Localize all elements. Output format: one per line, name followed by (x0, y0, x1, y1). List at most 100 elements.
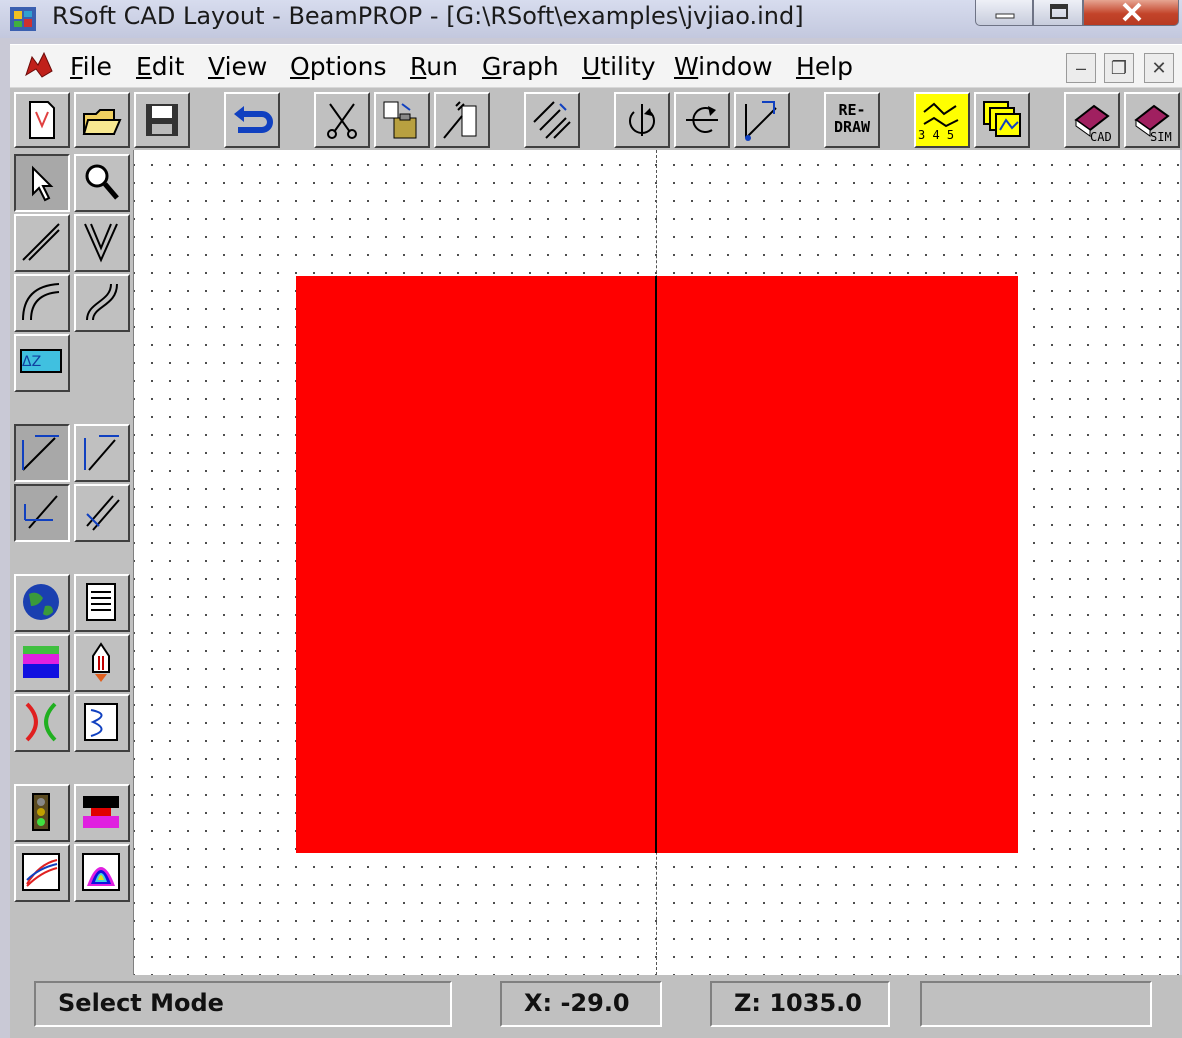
new-button[interactable] (14, 92, 70, 148)
minimize-icon (995, 13, 1015, 19)
menu-graph[interactable]: Graph (482, 52, 559, 81)
cad-help-button[interactable]: CAD (1064, 92, 1120, 148)
launch-field-tool[interactable] (74, 634, 130, 692)
endpoint-tool[interactable] (74, 424, 130, 482)
arc-segment-tool[interactable] (14, 274, 70, 332)
menu-options[interactable]: Options (290, 52, 386, 81)
edit-properties-button[interactable] (434, 92, 490, 148)
undo-button[interactable] (224, 92, 280, 148)
delta-z-tool[interactable]: ΔZ (14, 334, 70, 392)
delta-z-label: ΔZ (22, 354, 42, 370)
status-bar: Select Mode X: -29.0 Z: 1035.0 (10, 975, 1182, 1038)
zoom-tool[interactable] (74, 154, 130, 212)
scissors-icon (327, 103, 357, 139)
waveguide-segment-right[interactable] (657, 276, 1018, 853)
relative-position-tool[interactable] (14, 424, 70, 482)
s-bend-tool[interactable] (74, 274, 130, 332)
save-button[interactable] (134, 92, 190, 148)
status-z-coordinate: Z: 1035.0 (710, 981, 890, 1027)
redraw-button[interactable]: RE- DRAW (824, 92, 880, 148)
rocket-icon (92, 642, 110, 682)
rotate-icon (629, 104, 655, 136)
mdi-close-button[interactable]: ✕ (1144, 53, 1174, 83)
cut-button[interactable] (314, 92, 370, 148)
profile-curves-icon (25, 702, 57, 742)
symbol-table-tool[interactable] (74, 574, 130, 632)
bandsolve-tool[interactable] (74, 784, 130, 842)
minimize-icon: – (1075, 57, 1086, 78)
field-contour-tool[interactable] (74, 844, 130, 902)
width-arrows-icon (24, 495, 58, 529)
layer-profile-tool[interactable] (14, 634, 70, 692)
document-icon (25, 51, 53, 78)
layers-icon (23, 646, 59, 678)
waveguide-segment-left[interactable] (296, 276, 656, 853)
multi-run-button[interactable]: 3 4 5 (914, 92, 970, 148)
mdi-restore-button[interactable]: ❐ (1104, 53, 1134, 83)
paste-icon (383, 101, 417, 139)
menu-run[interactable]: Run (410, 52, 458, 81)
layout-canvas[interactable] (134, 150, 1180, 975)
menu-view[interactable]: View (208, 52, 267, 81)
parallel-lines-icon (533, 101, 571, 139)
redraw-label-line2: DRAW (833, 118, 871, 136)
restore-icon (1050, 4, 1068, 19)
minimize-button[interactable] (975, 0, 1033, 26)
offset-button[interactable] (734, 92, 790, 148)
toolbar: RE- DRAW 3 4 5 CAD SIM (10, 88, 1182, 150)
flip-button[interactable] (674, 92, 730, 148)
runs-label: 3 4 5 (918, 128, 955, 142)
parallel-width-icon (86, 495, 120, 531)
menu-bar: File Edit View Options Run Graph Utility… (10, 44, 1182, 88)
tool-palette: ΔZ (10, 150, 134, 975)
select-tool[interactable] (14, 154, 70, 212)
menu-edit[interactable]: Edit (136, 52, 184, 81)
paste-button[interactable] (374, 92, 430, 148)
menu-window[interactable]: Window (674, 52, 773, 81)
arc-icon (22, 283, 60, 321)
monitor-icon (84, 703, 118, 741)
mode-solver-tool[interactable] (14, 784, 70, 842)
cad-label: CAD (1090, 130, 1112, 144)
restore-icon: ❐ (1110, 57, 1128, 78)
endpoint-arrows-icon (84, 435, 119, 471)
menu-utility[interactable]: Utility (582, 52, 656, 81)
open-button[interactable] (74, 92, 130, 148)
parallel-width-tool[interactable] (74, 484, 130, 542)
taper-segment-tool[interactable] (74, 214, 130, 272)
traffic-light-icon (32, 793, 50, 831)
mdi-minimize-button[interactable]: – (1066, 53, 1096, 83)
dispersion-tool[interactable] (14, 844, 70, 902)
status-extra (920, 981, 1152, 1027)
relative-arrows-icon (22, 435, 59, 471)
status-mode: Select Mode (34, 981, 452, 1027)
window-title: RSoft CAD Layout - BeamPROP - [G:\RSoft\… (52, 2, 804, 30)
v-shape-icon (84, 223, 118, 263)
globe-icon (23, 584, 59, 620)
straight-segment-tool[interactable] (14, 214, 70, 272)
rsoft-app-icon (10, 7, 36, 31)
undo-icon (234, 106, 273, 133)
save-disk-icon (146, 104, 178, 136)
display-windows-button[interactable] (974, 92, 1030, 148)
sim-help-button[interactable]: SIM (1124, 92, 1180, 148)
width-tool[interactable] (14, 484, 70, 542)
rotate-button[interactable] (614, 92, 670, 148)
pointer-arrow-icon (32, 165, 54, 202)
flip-icon (686, 106, 718, 133)
monitor-tool[interactable] (74, 694, 130, 752)
open-folder-icon (82, 109, 122, 135)
straight-line-icon (22, 223, 60, 261)
index-profile-tool[interactable] (14, 694, 70, 752)
stacked-windows-icon (983, 101, 1021, 137)
stacked-bars-icon (83, 796, 119, 828)
array-button[interactable] (524, 92, 580, 148)
maximize-button[interactable] (1033, 0, 1083, 26)
sim-label: SIM (1150, 130, 1172, 144)
close-button[interactable] (1083, 0, 1179, 26)
global-settings-tool[interactable] (14, 574, 70, 632)
menu-file[interactable]: File (70, 52, 112, 81)
contour-map-icon (82, 853, 120, 891)
dispersion-curves-icon (22, 853, 60, 891)
menu-help[interactable]: Help (796, 52, 853, 81)
